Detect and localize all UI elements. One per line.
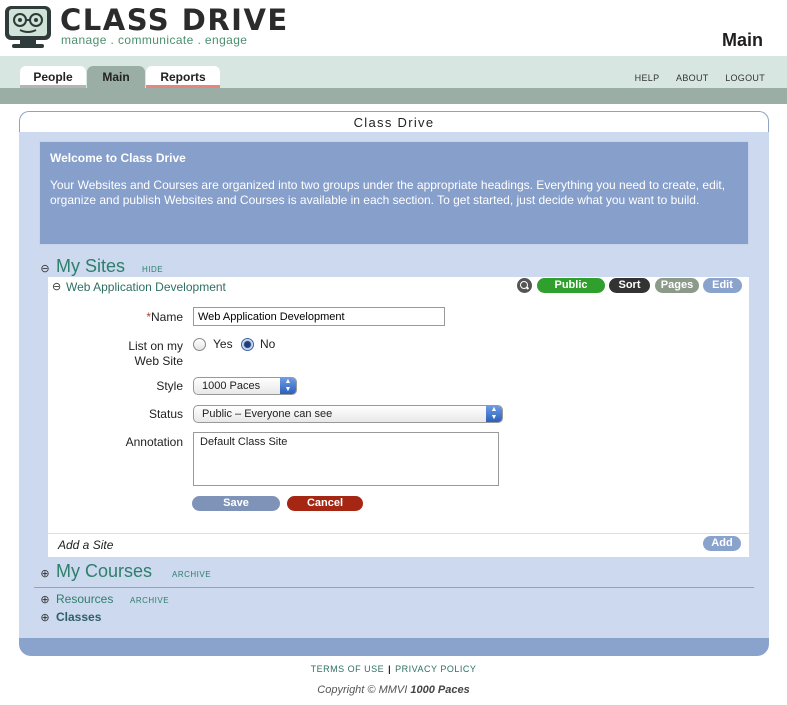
about-link[interactable]: ABOUT (676, 73, 708, 83)
cancel-button[interactable]: Cancel (287, 496, 363, 511)
name-label: *Name (80, 310, 183, 324)
panel-footer-bar (19, 638, 769, 656)
classes-title[interactable]: Classes (56, 610, 101, 624)
sort-button[interactable]: Sort (609, 278, 650, 293)
top-links: HELP ABOUT LOGOUT (621, 73, 765, 83)
copyright-brand: 1000 Paces (410, 684, 470, 696)
list-yes-label: Yes (213, 337, 233, 351)
public-button[interactable]: Public (537, 278, 605, 293)
footer-links: TERMS OF USE | PRIVACY POLICY (0, 664, 787, 674)
copyright: Copyright © MMVI 1000 Paces (0, 684, 787, 696)
welcome-title: Welcome to Class Drive (50, 151, 186, 165)
my-sites-title: My Sites (56, 256, 126, 276)
terms-link[interactable]: TERMS OF USE (311, 664, 385, 674)
site-title[interactable]: Web Application Development (66, 280, 226, 294)
status-label: Status (148, 407, 183, 421)
site-collapse-icon[interactable]: ⊖ (52, 280, 61, 293)
my-sites-hide-link[interactable]: HIDE (142, 265, 163, 274)
select-arrows-icon: ▲ ▼ (486, 406, 502, 422)
classes-expand-icon[interactable]: ⊕ (40, 611, 50, 624)
tab-reports[interactable]: Reports (146, 66, 220, 88)
select-arrows-icon: ▲ ▼ (280, 378, 296, 394)
my-sites-collapse-icon[interactable]: ⊖ (40, 262, 50, 275)
resources-archive-link[interactable]: ARCHIVE (130, 596, 169, 605)
style-select[interactable]: 1000 Paces ▲ ▼ (193, 377, 297, 395)
welcome-box: Welcome to Class Drive Your Websites and… (39, 141, 749, 245)
my-courses-expand-icon[interactable]: ⊕ (40, 567, 50, 580)
list-no-label: No (260, 337, 276, 351)
welcome-text: Your Websites and Courses are organized … (50, 178, 726, 207)
add-site-row (48, 533, 749, 557)
list-no-radio[interactable] (241, 338, 254, 351)
my-courses-archive-link[interactable]: ARCHIVE (172, 570, 211, 579)
section-divider (34, 587, 754, 588)
my-courses-title[interactable]: My Courses (56, 561, 152, 582)
sub-bar (0, 88, 787, 104)
edit-button[interactable]: Edit (703, 278, 742, 293)
pages-button[interactable]: Pages (655, 278, 699, 293)
panel-title: Class Drive (19, 111, 769, 133)
list-on-site-label-line2: Web Site (134, 354, 183, 368)
tab-main[interactable]: Main (87, 66, 145, 88)
privacy-link[interactable]: PRIVACY POLICY (395, 664, 476, 674)
page-heading: Main (721, 30, 763, 50)
list-on-site-label-line1: List on my (128, 339, 183, 353)
copyright-text: Copyright © MMVI (317, 684, 408, 696)
annotation-label: Annotation (125, 435, 183, 449)
style-select-value: 1000 Paces (202, 380, 261, 392)
brand-tagline: manage . communicate . engage (61, 33, 248, 47)
status-select-value: Public – Everyone can see (202, 408, 333, 420)
list-yes-radio[interactable] (193, 338, 206, 351)
save-button[interactable]: Save (192, 496, 280, 511)
name-input[interactable] (193, 307, 445, 326)
annotation-textarea[interactable]: Default Class Site (193, 432, 499, 486)
preview-zoom-icon[interactable] (517, 278, 532, 293)
class-drive-logo-icon (5, 6, 51, 48)
tab-people[interactable]: People (20, 66, 86, 88)
brand-title: CLASS DRIVE (60, 3, 289, 37)
status-select[interactable]: Public – Everyone can see ▲ ▼ (193, 405, 503, 423)
logout-link[interactable]: LOGOUT (725, 73, 765, 83)
resources-title[interactable]: Resources (56, 592, 113, 606)
help-link[interactable]: HELP (635, 73, 660, 83)
name-label-text: Name (150, 310, 183, 324)
footer-separator: | (388, 664, 392, 674)
add-site-button[interactable]: Add (703, 536, 741, 551)
resources-expand-icon[interactable]: ⊕ (40, 593, 50, 606)
style-label: Style (156, 379, 183, 393)
add-site-label[interactable]: Add a Site (58, 538, 113, 552)
